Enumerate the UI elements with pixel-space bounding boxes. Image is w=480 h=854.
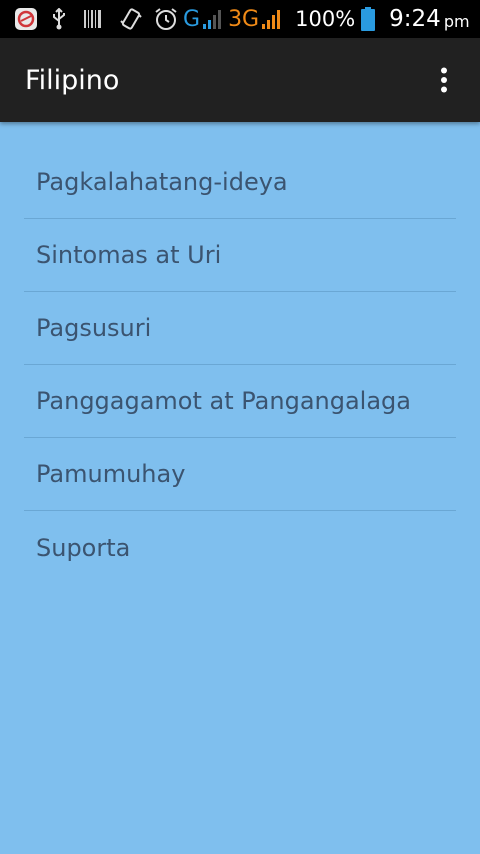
menu-item-sintomas-at-uri[interactable]: Sintomas at Uri xyxy=(24,219,456,292)
network-g-label: G xyxy=(183,6,201,32)
network-3g-label: 3G xyxy=(228,6,260,32)
battery-percent: 100% xyxy=(295,7,356,31)
menu-item-suporta[interactable]: Suporta xyxy=(24,511,456,584)
barcode-icon xyxy=(83,0,103,38)
menu-item-pagsusuri[interactable]: Pagsusuri xyxy=(24,292,456,365)
vibrate-icon xyxy=(119,0,143,38)
usb-icon xyxy=(49,0,69,38)
signal-icon xyxy=(261,0,283,38)
battery-icon xyxy=(361,0,376,38)
menu-item-panggagamot-at-pangangalaga[interactable]: Panggagamot at Pangangalaga xyxy=(24,365,456,438)
app-title: Filipino xyxy=(25,64,120,96)
menu-list: Pagkalahatang-ideya Sintomas at Uri Pags… xyxy=(24,146,456,584)
app-bar: Filipino xyxy=(0,38,480,122)
clock: 9:24 xyxy=(389,6,441,32)
alarm-icon xyxy=(153,0,179,38)
menu-item-pamumuhay[interactable]: Pamumuhay xyxy=(24,438,456,511)
more-vert-icon[interactable] xyxy=(420,38,468,122)
signal-icon xyxy=(202,0,224,38)
status-bar: G 3G 100% 9:24 pm xyxy=(0,0,480,38)
status-bar-icons: G 3G 100% 9:24 pm xyxy=(0,0,470,38)
app-notification-icon xyxy=(14,7,38,31)
menu-item-pagkalahatang-ideya[interactable]: Pagkalahatang-ideya xyxy=(24,146,456,219)
clock-suffix: pm xyxy=(443,12,470,31)
